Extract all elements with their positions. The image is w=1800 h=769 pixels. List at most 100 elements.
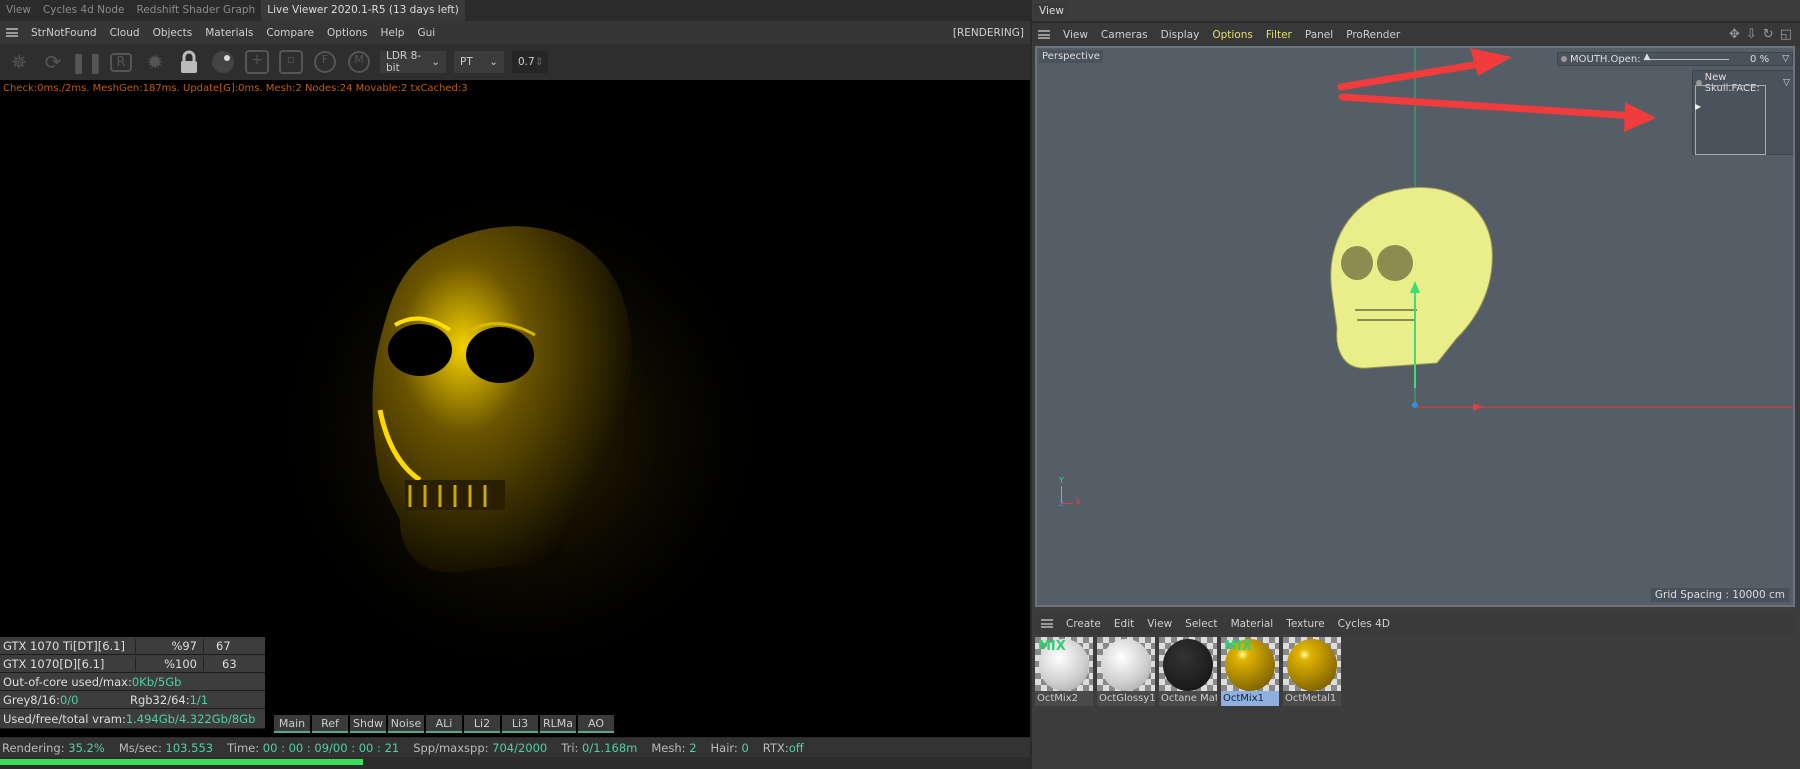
vram-row: Used/free/total vram: 1.494Gb/4.322Gb/8G… — [0, 709, 265, 729]
minus-icon[interactable]: ▫ — [278, 49, 304, 75]
material-ball-icon[interactable] — [210, 49, 236, 75]
menu-create[interactable]: Create — [1066, 618, 1101, 630]
material-pick-icon[interactable]: M — [346, 49, 372, 75]
material-ball-icon — [1287, 639, 1337, 691]
zoom-view-icon[interactable]: ⇩ — [1746, 27, 1757, 42]
menu-options[interactable]: Options — [1212, 29, 1253, 41]
menu-prorender[interactable]: ProRender — [1346, 29, 1400, 41]
menu-help[interactable]: Help — [381, 27, 405, 39]
pass-noise[interactable]: Noise — [388, 715, 424, 733]
gpu-temp: 67 — [203, 638, 231, 653]
menu-material[interactable]: Material — [1231, 618, 1274, 630]
menu-materials[interactable]: Materials — [205, 27, 253, 39]
tab-live-viewer[interactable]: Live Viewer 2020.1-R5 (13 days left) — [261, 0, 465, 21]
menu-gui[interactable]: Gui — [417, 27, 435, 39]
ooc-value: 0Kb/5Gb — [131, 674, 182, 689]
skull-model — [1330, 187, 1493, 369]
menu-strnotfound[interactable]: StrNotFound — [31, 27, 97, 39]
material-swatch[interactable]: Octane Mat — [1159, 637, 1217, 706]
status-time: Time: 00 : 00 : 09/00 : 00 : 21 — [227, 740, 400, 755]
pause-icon[interactable]: ❚❚ — [70, 49, 104, 75]
material-swatch[interactable]: OctGlossy1 — [1097, 637, 1155, 706]
menu-options[interactable]: Options — [327, 27, 368, 39]
rgb-label: Rgb32/64: — [129, 692, 190, 707]
arrow-head-icon — [1624, 102, 1656, 132]
status-tri: Tri: 0/1.168m — [561, 740, 638, 755]
pass-rlma[interactable]: RLMa — [540, 715, 576, 733]
focus-pick-icon[interactable]: F — [312, 49, 338, 75]
status-rendering: Rendering: 35.2% — [2, 740, 105, 755]
add-icon[interactable]: + — [244, 49, 270, 75]
material-swatch[interactable]: MIX OctMix1 — [1221, 637, 1279, 706]
material-swatch[interactable]: MIX OctMix2 — [1035, 637, 1093, 706]
move-view-icon[interactable]: ✥ — [1729, 27, 1740, 42]
axis-x-label: X — [1075, 498, 1082, 508]
menu-display[interactable]: Display — [1161, 29, 1200, 41]
menu-filter[interactable]: Filter — [1266, 29, 1292, 41]
axis-gizmo: Y Z X — [1059, 476, 1089, 510]
lightning-reset-icon[interactable]: ✵ — [6, 49, 32, 75]
material-name: OctMetal1 — [1285, 693, 1337, 704]
status-rtx: RTX:off — [762, 740, 804, 755]
status-mesh: Mesh: 2 — [651, 740, 697, 755]
value-stepper[interactable]: 0.7 ⇕ — [512, 51, 548, 73]
menu-select[interactable]: Select — [1185, 618, 1217, 630]
mix-badge: MIX — [1038, 639, 1066, 654]
ooc-label: Out-of-core used/max: — [3, 674, 132, 689]
menu-cameras[interactable]: Cameras — [1101, 29, 1148, 41]
menu-edit[interactable]: Edit — [1114, 618, 1134, 630]
menu-objects[interactable]: Objects — [153, 27, 193, 39]
menu-cycles-4d[interactable]: Cycles 4D — [1338, 618, 1390, 630]
dropdown-triangle-icon[interactable]: ▽ — [1783, 78, 1790, 88]
rotate-view-icon[interactable]: ↻ — [1763, 27, 1774, 42]
refresh-icon[interactable]: ⟳ — [40, 49, 66, 75]
out-of-core-row: Out-of-core used/max: 0Kb/5Gb — [0, 673, 265, 691]
gpu-temp: 63 — [203, 656, 237, 671]
rgb-value: 1/1 — [189, 692, 209, 707]
arrow-head-icon — [1470, 48, 1512, 76]
menu-compare[interactable]: Compare — [266, 27, 314, 39]
pass-main[interactable]: Main — [274, 715, 310, 733]
pass-li2[interactable]: Li2 — [464, 715, 500, 733]
tab-view[interactable]: View — [0, 0, 37, 21]
menu-view[interactable]: View — [1147, 618, 1172, 630]
tab-view-right[interactable]: View — [1035, 3, 1068, 19]
hamburger-icon[interactable] — [1038, 30, 1050, 39]
settings-gear-icon[interactable]: ✹ — [142, 49, 168, 75]
live-viewer-menu: StrNotFound Cloud Objects Materials Comp… — [0, 21, 1030, 44]
render-progress-bar — [0, 757, 1030, 769]
chevron-down-icon: ⌄ — [431, 56, 440, 68]
left-tab-bar: View Cycles 4d Node Redshift Shader Grap… — [0, 0, 1030, 21]
render-status-bar: Rendering: 35.2% Ms/sec: 103.553 Time: 0… — [0, 738, 1030, 757]
material-name: OctGlossy1 — [1099, 693, 1155, 704]
hamburger-icon[interactable] — [6, 28, 18, 37]
menu-texture[interactable]: Texture — [1286, 618, 1324, 630]
material-swatch[interactable]: OctMetal1 — [1283, 637, 1341, 706]
stepper-value: 0.7 — [518, 56, 535, 68]
live-viewer-toolbar: ✵ ⟳ ❚❚ R ✹ + ▫ F M LDR 8-bit ⌄ PT ⌄ 0.7 ⇕ — [0, 44, 1030, 80]
tab-redshift-shader-graph[interactable]: Redshift Shader Graph — [131, 0, 262, 21]
dropdown-triangle-icon[interactable]: ▽ — [1782, 54, 1789, 64]
lock-icon[interactable] — [176, 49, 202, 75]
kernel-select[interactable]: PT ⌄ — [454, 51, 504, 73]
pass-shdw[interactable]: Shdw — [350, 715, 386, 733]
tab-cycles-4d-node[interactable]: Cycles 4d Node — [37, 0, 131, 21]
render-state: [RENDERING] — [952, 26, 1024, 39]
hamburger-icon[interactable] — [1041, 619, 1053, 628]
menu-view[interactable]: View — [1063, 29, 1088, 41]
maximize-view-icon[interactable]: ◱ — [1780, 27, 1792, 42]
pass-ao[interactable]: AO — [578, 715, 614, 733]
tonemap-select[interactable]: LDR 8-bit ⌄ — [380, 50, 446, 74]
pass-ref[interactable]: Ref — [312, 715, 348, 733]
annotation-arrows — [1337, 48, 1656, 132]
menu-cloud[interactable]: Cloud — [110, 27, 140, 39]
pass-li3[interactable]: Li3 — [502, 715, 538, 733]
grid-spacing-label: Grid Spacing : 10000 cm — [1650, 588, 1789, 602]
pass-ali[interactable]: ALi — [426, 715, 462, 733]
material-ball-icon — [1163, 639, 1213, 691]
menu-panel[interactable]: Panel — [1305, 29, 1333, 41]
slider-value: 0 % — [1750, 53, 1770, 65]
red-arrow-2 — [1338, 93, 1639, 120]
status-ms-sec: Ms/sec: 103.553 — [118, 740, 214, 755]
region-render-icon[interactable]: R — [108, 49, 134, 75]
